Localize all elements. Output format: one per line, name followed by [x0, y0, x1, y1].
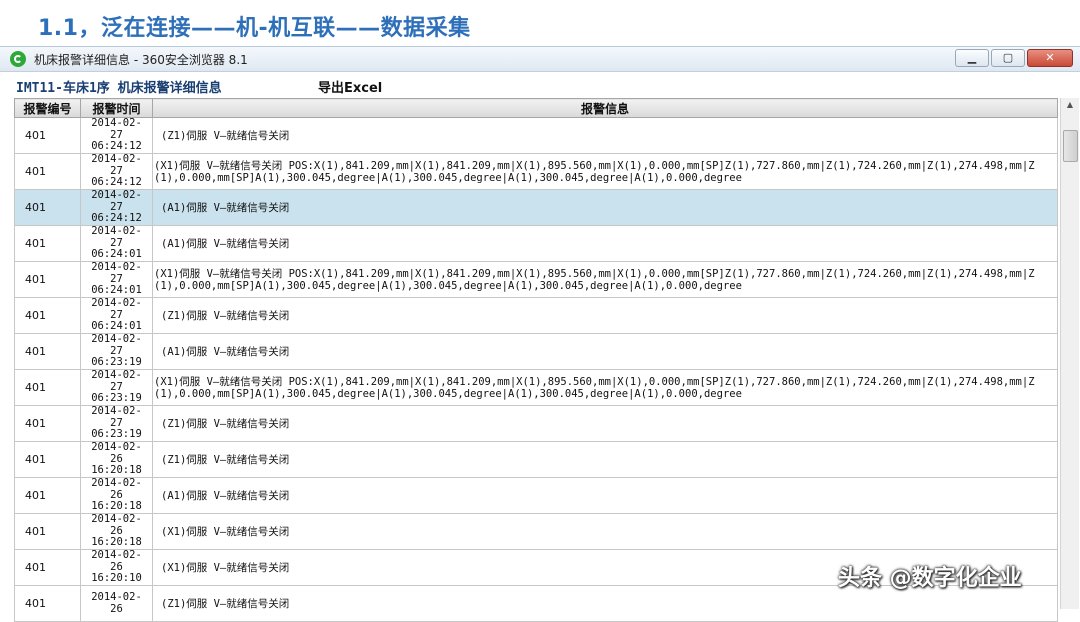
scrollbar-thumb[interactable] — [1063, 130, 1078, 162]
close-button[interactable]: ✕ — [1027, 49, 1073, 67]
maximize-button[interactable]: ▢ — [991, 49, 1025, 67]
table-row[interactable]: 401 2014-02- 27 06:24:12 (Z1)伺服 V—就绪信号关闭 — [14, 117, 1058, 154]
column-header-alarm-time[interactable]: 报警时间 — [80, 98, 153, 118]
alarm-id-cell: 401 — [14, 333, 81, 370]
table-row[interactable]: 401 2014-02- 27 06:24:01 (Z1)伺服 V—就绪信号关闭 — [14, 297, 1058, 334]
alarm-time-part: 06:23:19 — [91, 392, 142, 405]
alarm-time-cell: 2014-02- 27 06:24:12 — [80, 189, 153, 226]
column-header-alarm-id[interactable]: 报警编号 — [14, 98, 81, 118]
table-header-row: 报警编号 报警时间 报警信息 — [14, 98, 1058, 118]
alarm-id-cell: 401 — [14, 441, 81, 478]
alarm-info-cell: (X1)伺服 V—就绪信号关闭 POS:X(1),841.209,mm|X(1)… — [152, 369, 1058, 406]
alarm-time-part: 16:20:18 — [91, 500, 142, 513]
table-row[interactable]: 401 2014-02- 27 06:24:12 (X1)伺服 V—就绪信号关闭 POS… — [14, 153, 1058, 190]
table-row[interactable]: 401 2014-02- 26 16:20:18 (A1)伺服 V—就绪信号关闭 — [14, 477, 1058, 514]
table-row[interactable]: 401 2014-02- 26 16:20:18 (X1)伺服 V—就绪信号关闭 — [14, 513, 1058, 550]
alarm-time-part: 16:20:18 — [91, 536, 142, 549]
window-title: 机床报警详细信息 - 360安全浏览器 8.1 — [34, 53, 248, 67]
alarm-time-cell: 2014-02- 27 06:24:01 — [80, 225, 153, 262]
scroll-up-icon[interactable]: ▲ — [1061, 98, 1079, 112]
alarm-time-cell: 2014-02- 27 06:23:19 — [80, 333, 153, 370]
alarm-time-part: 06:24:12 — [91, 212, 142, 225]
alarm-time-part: 06:24:12 — [91, 140, 142, 153]
alarm-info-cell: (X1)伺服 V—就绪信号关闭 POS:X(1),841.209,mm|X(1)… — [152, 153, 1058, 190]
window-titlebar: 机床报警详细信息 - 360安全浏览器 8.1 ▁ ▢ ✕ — [0, 47, 1080, 72]
export-excel-link[interactable]: 导出Excel — [318, 77, 382, 96]
alarm-time-part: 16:20:10 — [91, 572, 142, 585]
alarm-id-cell: 401 — [14, 297, 81, 334]
alarm-info-cell: (Z1)伺服 V—就绪信号关闭 — [152, 117, 1058, 154]
table-body: 401 2014-02- 27 06:24:12 (Z1)伺服 V—就绪信号关闭 401 2… — [14, 117, 1058, 622]
alarm-time-part: 2014-02- — [91, 591, 142, 603]
alarm-time-cell: 2014-02- 26 16:20:18 — [80, 477, 153, 514]
alarm-info-cell: (A1)伺服 V—就绪信号关闭 — [152, 189, 1058, 226]
alarm-time-cell: 2014-02- 26 — [80, 585, 153, 622]
alarm-info-cell: (X1)伺服 V—就绪信号关闭 — [152, 513, 1058, 550]
browser-window: 机床报警详细信息 - 360安全浏览器 8.1 ▁ ▢ ✕ IMT11-车床1序… — [0, 46, 1080, 622]
page-title: IMT11-车床1序 机床报警详细信息 — [16, 81, 222, 96]
alarm-id-cell: 401 — [14, 477, 81, 514]
alarm-time-cell: 2014-02- 27 06:23:19 — [80, 405, 153, 442]
vertical-scrollbar[interactable]: ▲ — [1060, 98, 1079, 609]
alarm-time-cell: 2014-02- 27 06:24:12 — [80, 153, 153, 190]
alarm-time-part: 16:20:18 — [91, 464, 142, 477]
alarm-info-cell: (Z1)伺服 V—就绪信号关闭 — [152, 405, 1058, 442]
table-row[interactable]: 401 2014-02- 27 06:23:19 (A1)伺服 V—就绪信号关闭 — [14, 333, 1058, 370]
browser-logo-icon — [10, 51, 26, 67]
table-row[interactable]: 401 2014-02- 27 06:23:19 (Z1)伺服 V—就绪信号关闭 — [14, 405, 1058, 442]
column-header-alarm-info[interactable]: 报警信息 — [152, 98, 1058, 118]
alarm-time-part: 06:23:19 — [91, 428, 142, 441]
table-row[interactable]: 401 2014-02- 26 16:20:18 (Z1)伺服 V—就绪信号关闭 — [14, 441, 1058, 478]
alarm-id-cell: 401 — [14, 585, 81, 622]
table-row[interactable]: 401 2014-02- 27 06:23:19 (X1)伺服 V—就绪信号关闭 POS… — [14, 369, 1058, 406]
alarm-time-cell: 2014-02- 27 06:24:12 — [80, 117, 153, 154]
alarm-info-cell: (A1)伺服 V—就绪信号关闭 — [152, 225, 1058, 262]
alarm-time-cell: 2014-02- 26 16:20:18 — [80, 513, 153, 550]
alarm-info-cell: (A1)伺服 V—就绪信号关闭 — [152, 333, 1058, 370]
table-row[interactable]: 401 2014-02- 27 06:24:01 (A1)伺服 V—就绪信号关闭 — [14, 225, 1058, 262]
watermark: 头条 @数字化企业 — [838, 566, 1022, 591]
table-row[interactable]: 401 2014-02- 27 06:24:12 (A1)伺服 V—就绪信号关闭 — [14, 189, 1058, 226]
alarm-time-part: 06:24:12 — [91, 176, 142, 189]
alarm-time-cell: 2014-02- 27 06:24:01 — [80, 297, 153, 334]
alarm-time-cell: 2014-02- 27 06:24:01 — [80, 261, 153, 298]
minimize-button[interactable]: ▁ — [955, 49, 989, 67]
alarm-time-part: 06:24:01 — [91, 320, 142, 333]
alarm-time-part: 26 — [110, 602, 123, 615]
slide-title-bar: 1.1，泛在连接——机-机互联——数据采集 — [0, 0, 1080, 46]
alarm-table: 报警编号 报警时间 报警信息 401 2014-02- 27 06:24:12 (Z1)… — [14, 98, 1058, 622]
alarm-id-cell: 401 — [14, 225, 81, 262]
alarm-info-cell: (Z1)伺服 V—就绪信号关闭 — [152, 441, 1058, 478]
alarm-info-cell: (A1)伺服 V—就绪信号关闭 — [152, 477, 1058, 514]
alarm-id-cell: 401 — [14, 117, 81, 154]
alarm-id-cell: 401 — [14, 261, 81, 298]
alarm-time-part: 06:24:01 — [91, 248, 142, 261]
alarm-time-part: 06:23:19 — [91, 356, 142, 369]
alarm-time-cell: 2014-02- 26 16:20:10 — [80, 549, 153, 586]
slide-title: 1.1，泛在连接——机-机互联——数据采集 — [38, 16, 471, 41]
alarm-time-cell: 2014-02- 26 16:20:18 — [80, 441, 153, 478]
alarm-id-cell: 401 — [14, 405, 81, 442]
alarm-id-cell: 401 — [14, 153, 81, 190]
alarm-info-cell: (Z1)伺服 V—就绪信号关闭 — [152, 297, 1058, 334]
alarm-time-cell: 2014-02- 27 06:23:19 — [80, 369, 153, 406]
alarm-id-cell: 401 — [14, 513, 81, 550]
alarm-id-cell: 401 — [14, 189, 81, 226]
alarm-info-cell: (X1)伺服 V—就绪信号关闭 POS:X(1),841.209,mm|X(1)… — [152, 261, 1058, 298]
page-header: IMT11-车床1序 机床报警详细信息 导出Excel — [0, 73, 1080, 96]
alarm-id-cell: 401 — [14, 369, 81, 406]
table-row[interactable]: 401 2014-02- 27 06:24:01 (X1)伺服 V—就绪信号关闭 POS… — [14, 261, 1058, 298]
alarm-time-part: 06:24:01 — [91, 284, 142, 297]
alarm-id-cell: 401 — [14, 549, 81, 586]
